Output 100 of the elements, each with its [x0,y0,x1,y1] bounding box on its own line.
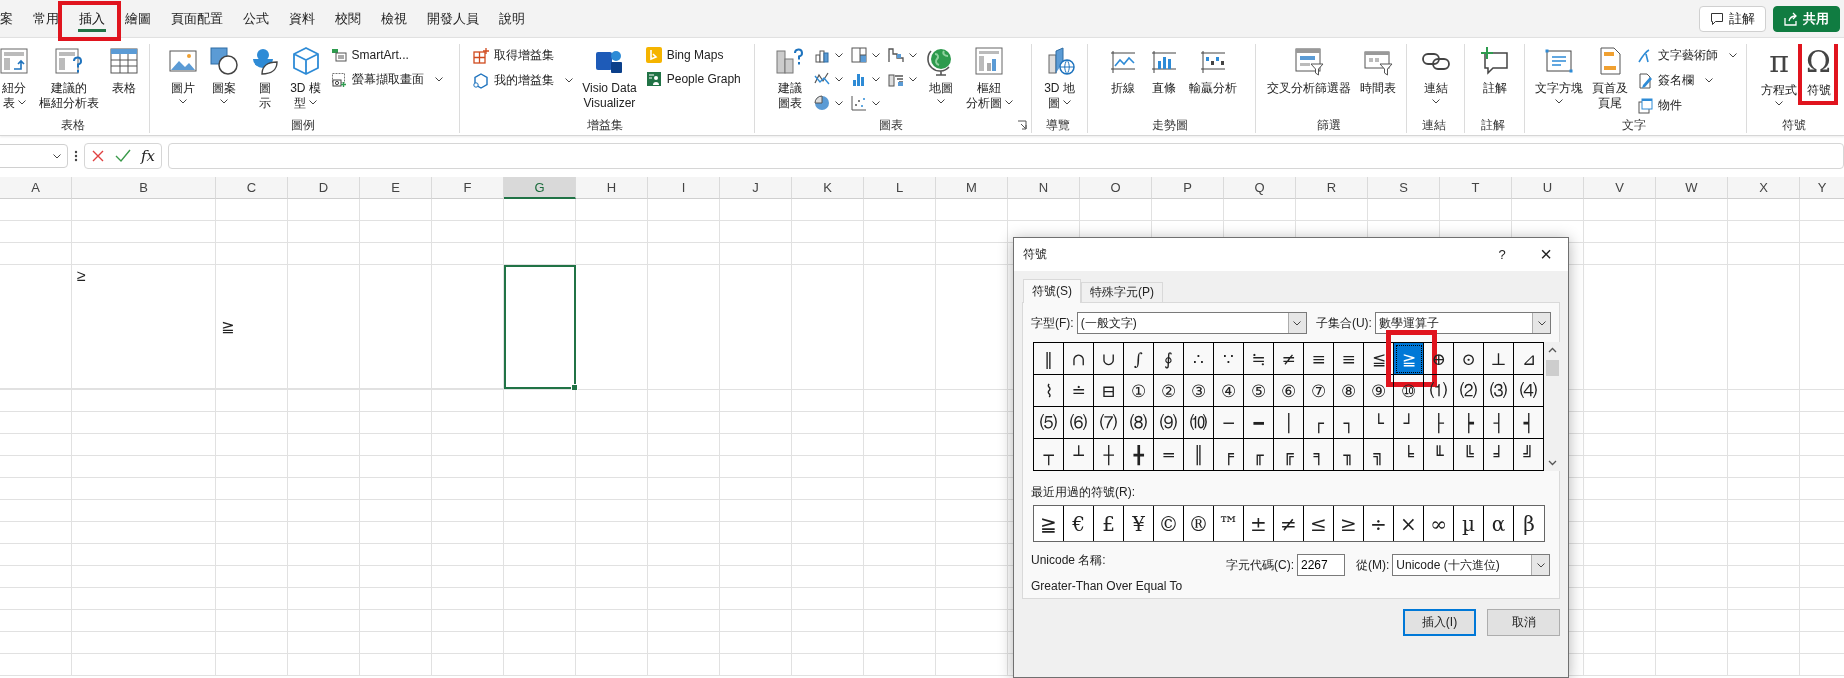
column-header[interactable]: E [360,177,432,199]
insert-button[interactable]: 插入(I) [1403,609,1476,636]
symbol-cell[interactable]: ≐ [1064,375,1094,407]
symbol-cell[interactable]: ⑶ [1484,375,1514,407]
column-header[interactable]: N [1008,177,1080,199]
symbol-cell[interactable]: ⑥ [1274,375,1304,407]
ribbon-tab[interactable]: 開發人員 [417,0,489,37]
symbol-cell[interactable]: ╛ [1484,439,1514,471]
ribbon-button[interactable]: 時間表 [1356,44,1399,97]
ribbon-button[interactable]: 直條 [1144,44,1183,97]
table-cell[interactable]: ≥ [72,265,216,389]
symbol-cell[interactable]: ┘ [1394,407,1424,439]
symbol-cell[interactable]: ╔ [1274,439,1304,471]
symbol-cell[interactable]: ≡ [1304,343,1334,375]
symbol-cell[interactable]: ┌ [1304,407,1334,439]
column-header[interactable]: A [0,177,72,199]
column-header[interactable]: O [1080,177,1152,199]
symbol-cell[interactable]: ╒ [1214,439,1244,471]
symbol-cell[interactable]: ═ [1154,439,1184,471]
ribbon-button[interactable]: 3D 模 型 [286,44,325,112]
column-header[interactable]: M [936,177,1008,199]
dropdown-field[interactable]: (一般文字) [1076,312,1307,334]
ribbon-button[interactable]: People Graph [642,68,744,90]
column-header[interactable]: D [288,177,360,199]
column-header[interactable]: K [792,177,864,199]
column-header[interactable]: L [864,177,936,199]
symbol-cell[interactable]: ⑧ [1334,375,1364,407]
dropdown-field[interactable]: 數學運算子 [1374,312,1551,334]
column-header[interactable]: I [648,177,720,199]
column-header[interactable]: B [72,177,216,199]
column-header[interactable]: R [1296,177,1368,199]
symbol-cell[interactable]: ║ [1184,439,1214,471]
comments-button[interactable]: 註解 [1699,5,1766,32]
symbol-cell[interactable]: │ [1274,407,1304,439]
symbol-cell[interactable]: ④ [1214,375,1244,407]
ribbon-button[interactable]: Ω 符號 [1803,44,1834,99]
dropdown-field[interactable]: Unicode (十六進位) [1392,554,1551,576]
symbol-cell[interactable]: ⑹ [1064,407,1094,439]
symbol-cell[interactable]: ├ [1424,407,1454,439]
symbol-cell[interactable]: ┬ [1034,439,1064,471]
code-field[interactable]: 2267 [1297,554,1345,576]
ribbon-button[interactable]: 頁首及 頁尾 [1588,44,1631,112]
symbol-cell[interactable]: ∫ [1124,343,1154,375]
symbol-cell[interactable]: ③ [1184,375,1214,407]
ribbon-button[interactable]: 我的增益集 [470,69,577,92]
ribbon-button[interactable]: 螢幕擷取畫面 [327,68,446,91]
ribbon-button[interactable]: Bing Maps [642,44,727,66]
column-header[interactable]: S [1368,177,1440,199]
ribbon-tab[interactable]: 檢視 [371,0,417,37]
symbol-cell[interactable]: ┤ [1484,407,1514,439]
symbol-cell[interactable]: ∵ [1214,343,1244,375]
ribbon-tab[interactable]: 案 [0,0,23,37]
column-header[interactable]: C [216,177,288,199]
symbol-cell[interactable]: ≡ [1334,343,1364,375]
column-header[interactable]: H [576,177,648,199]
symbol-cell[interactable]: ∴ [1184,343,1214,375]
ribbon-button[interactable]: 交叉分析篩選器 [1263,44,1354,97]
symbol-cell[interactable]: ② [1154,375,1184,407]
symbol-cell[interactable]: └ [1364,407,1394,439]
symbol-cell[interactable]: ⑸ [1034,407,1064,439]
symbol-cell[interactable]: ╘ [1394,439,1424,471]
symbol-cell[interactable]: ⑻ [1124,407,1154,439]
column-header[interactable]: Q [1224,177,1296,199]
ribbon-button[interactable]: 圖案 [204,44,243,105]
symbol-cell[interactable]: ‖ [1034,343,1064,375]
symbol-cell[interactable]: ⊥ [1484,343,1514,375]
ribbon-tab[interactable]: 繪圖 [115,0,161,37]
ribbon-button[interactable]: 表格 [105,44,143,97]
share-button[interactable]: 共用 [1773,5,1840,32]
ribbon-button[interactable]: 圖片 [163,44,202,105]
symbol-cell[interactable]: ⊙ [1454,343,1484,375]
column-header[interactable]: X [1728,177,1800,199]
symbol-cell[interactable]: ≠ [1274,343,1304,375]
ribbon-button[interactable]: 輸贏分析 [1185,44,1240,97]
ribbon-button[interactable]: 文字藝術師 [1633,44,1740,67]
ribbon-button[interactable]: π 方程式 [1758,44,1801,107]
column-header[interactable]: Y [1800,177,1844,199]
ribbon-button[interactable]: 地圖 [921,44,960,105]
ribbon-button[interactable]: 連結 [1416,44,1455,105]
ribbon-button[interactable]: 取得增益集 [470,44,558,67]
ribbon-button[interactable]: Visio Data Visualizer [579,44,640,112]
ribbon-button[interactable]: 圖 示 [245,44,284,112]
symbol-cell[interactable]: ╖ [1334,439,1364,471]
ribbon-button[interactable]: 折線 [1103,44,1142,97]
ribbon-button[interactable]: 樞紐 分析圖 [962,44,1016,112]
symbol-cell[interactable]: ┝ [1454,407,1484,439]
help-button[interactable]: ? [1480,238,1524,271]
ribbon-button[interactable]: 簽名欄 [1633,69,1716,92]
ribbon-button[interactable]: 註解 [1475,44,1514,97]
ribbon-tab[interactable]: 說明 [489,0,535,37]
ribbon-button[interactable]: 建議 圖表 [770,44,809,112]
close-button[interactable]: × [1524,238,1568,271]
symbol-cell[interactable]: ╕ [1304,439,1334,471]
symbol-cell[interactable]: ⑽ [1184,407,1214,439]
symbol-cell[interactable]: ⑩ [1394,375,1424,407]
symbol-cell[interactable]: ⑼ [1154,407,1184,439]
symbol-cell[interactable]: ╋ [1124,439,1154,471]
symbol-cell[interactable]: ≧ [1394,343,1424,375]
symbol-cell[interactable]: ⑤ [1244,375,1274,407]
ribbon-button[interactable]: 文字方塊 [1531,44,1586,105]
